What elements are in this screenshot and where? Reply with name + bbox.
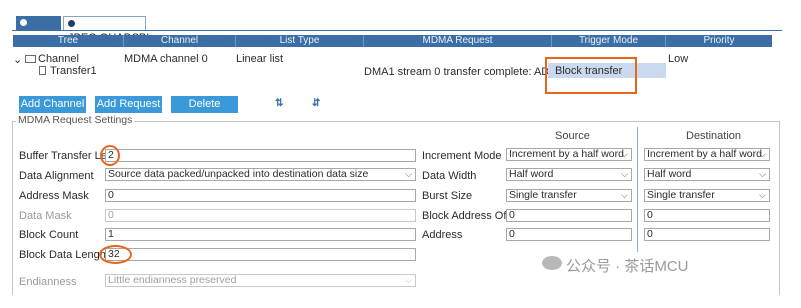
settings-group-title: MDMA Request Settings: [16, 114, 135, 126]
priority-value: Low: [668, 53, 689, 65]
source-data-width-value: Half word: [509, 168, 554, 180]
source-burst-size-select[interactable]: Single transfer ⌵: [506, 189, 632, 202]
chevron-down-icon: ⌵: [759, 190, 766, 200]
tree-channel-label[interactable]: Channel: [38, 53, 79, 65]
data-mask-field[interactable]: 0: [105, 209, 416, 222]
delete-button[interactable]: Delete: [171, 96, 238, 113]
document-icon: [39, 66, 46, 75]
request-value: DMA1 stream 0 transfer complete: ADC3: [364, 66, 564, 78]
move-up-icon[interactable]: ⇵: [312, 98, 320, 109]
tab-status-icon: [20, 19, 27, 26]
address-mask-label: Address Mask: [19, 190, 89, 202]
highlight-box: [545, 57, 637, 94]
column-header-priority[interactable]: Priority: [666, 35, 772, 47]
tree-transfer-label[interactable]: Transfer1: [50, 65, 97, 77]
tab-status-icon: [68, 20, 75, 27]
destination-burst-size-value: Single transfer: [647, 189, 715, 201]
source-header: Source: [555, 130, 590, 142]
block-data-length-label: Block Data Lenght: [19, 249, 109, 261]
list-type-value: Linear list: [236, 53, 284, 65]
destination-increment-mode-select[interactable]: Increment by a half word ⌵: [644, 148, 770, 161]
endianness-value: Little endianness preserved: [108, 274, 237, 286]
column-header-channel[interactable]: Channel: [124, 35, 236, 47]
highlight-oval-buffer: [100, 145, 120, 166]
destination-data-width-select[interactable]: Half word ⌵: [644, 168, 770, 181]
address-label: Address: [422, 229, 463, 241]
column-header-trigger-mode[interactable]: Trigger Mode: [552, 35, 666, 47]
move-down-icon[interactable]: ⇅: [275, 98, 283, 109]
column-header-tree[interactable]: Tree: [13, 35, 124, 47]
wechat-logo-icon: [542, 256, 562, 270]
source-increment-mode-value: Increment by a half word: [509, 148, 624, 160]
source-block-address-offset-field[interactable]: 0: [506, 209, 632, 222]
source-burst-size-value: Single transfer: [509, 189, 577, 201]
endianness-label: Endianness: [19, 276, 77, 288]
watermark-text: 公众号 · 茶话MCU: [566, 258, 689, 275]
tree-collapse-icon[interactable]: ⌄: [13, 53, 22, 66]
source-data-width-select[interactable]: Half word ⌵: [506, 168, 632, 181]
block-count-label: Block Count: [19, 229, 79, 241]
address-mask-field[interactable]: 0: [105, 189, 416, 202]
destination-block-address-offset-field[interactable]: 0: [644, 209, 770, 222]
chevron-down-icon: ⌵: [405, 169, 412, 179]
chevron-down-icon: ⌵: [759, 149, 766, 159]
destination-increment-mode-value: Increment by a half word: [647, 148, 762, 160]
tab-mdma[interactable]: MDMA: [16, 16, 61, 43]
channel-value: MDMA channel 0: [124, 53, 208, 65]
endianness-select[interactable]: Little endianness preserved ⌵: [105, 274, 416, 287]
destination-burst-size-select[interactable]: Single transfer ⌵: [644, 189, 770, 202]
buffer-transfer-length-field[interactable]: 2: [105, 149, 416, 162]
column-header-list-type[interactable]: List Type: [236, 35, 364, 47]
chevron-down-icon: ⌵: [759, 169, 766, 179]
destination-address-field[interactable]: 0: [644, 228, 770, 241]
chevron-down-icon: ⌵: [405, 275, 412, 285]
add-request-button[interactable]: Add Request: [95, 96, 162, 113]
increment-mode-label: Increment Mode: [422, 150, 502, 162]
source-address-field[interactable]: 0: [506, 228, 632, 241]
data-alignment-select[interactable]: Source data packed/unpacked into destina…: [105, 168, 416, 181]
column-divider: [637, 127, 638, 252]
block-data-length-field[interactable]: 32: [105, 248, 416, 261]
highlight-oval-block-data: [99, 245, 132, 264]
tab-underline: [12, 30, 782, 31]
data-mask-label: Data Mask: [19, 210, 72, 222]
data-alignment-value: Source data packed/unpacked into destina…: [108, 168, 369, 180]
column-header-mdma-request[interactable]: MDMA Request: [364, 35, 552, 47]
chevron-down-icon: ⌵: [621, 169, 628, 179]
burst-size-label: Burst Size: [422, 190, 473, 202]
data-alignment-label: Data Alignment: [19, 170, 94, 182]
source-increment-mode-select[interactable]: Increment by a half word ⌵: [506, 148, 632, 161]
data-width-label: Data Width: [422, 170, 477, 182]
destination-header: Destination: [686, 130, 742, 142]
folder-icon: [25, 55, 36, 63]
chevron-down-icon: ⌵: [621, 190, 628, 200]
chevron-down-icon: ⌵: [621, 149, 628, 159]
block-count-field[interactable]: 1: [105, 228, 416, 241]
destination-data-width-value: Half word: [647, 168, 692, 180]
add-channel-button[interactable]: Add Channel: [19, 96, 86, 113]
tab-jpeg-quadspi[interactable]: JPEG,QUADSPI: [63, 16, 149, 44]
